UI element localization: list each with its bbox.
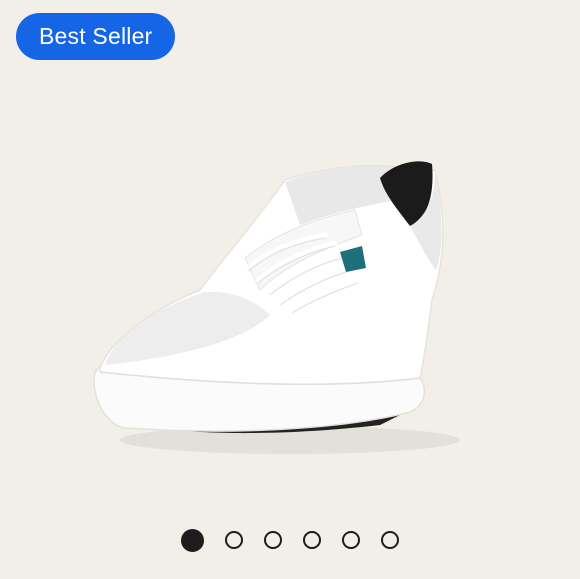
carousel-dot-4[interactable] [303, 531, 321, 549]
carousel-dot-5[interactable] [342, 531, 360, 549]
carousel-dot-2[interactable] [225, 531, 243, 549]
sneaker-product-image[interactable] [80, 140, 500, 460]
best-seller-badge: Best Seller [16, 13, 176, 60]
carousel-pagination [0, 529, 580, 552]
product-card: Best Seller [0, 0, 580, 579]
carousel-dot-3[interactable] [264, 531, 282, 549]
carousel-dot-6[interactable] [381, 531, 399, 549]
carousel-dot-1[interactable] [181, 529, 204, 552]
